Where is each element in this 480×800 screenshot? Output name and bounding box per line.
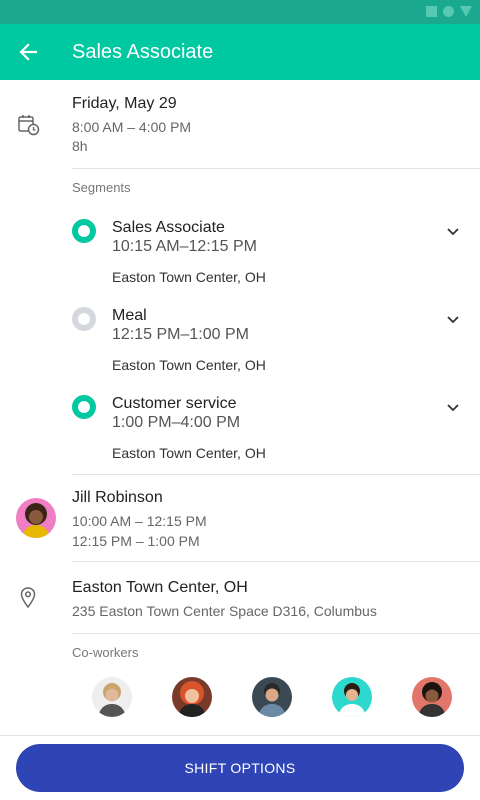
segment-status-dot [72, 307, 96, 331]
segment-location: Easton Town Center, OH [112, 357, 266, 373]
shift-date-row: Friday, May 29 8:00 AM – 4:00 PM 8h [0, 80, 480, 168]
person-photo-icon [412, 677, 452, 717]
circle-icon [443, 6, 454, 17]
manager-info: Jill Robinson 10:00 AM – 12:15 PM 12:15 … [72, 475, 480, 561]
segment-item[interactable]: Meal 12:15 PM–1:00 PM Easton Town Center… [0, 295, 480, 383]
status-bar [0, 0, 480, 24]
triangle-icon [460, 6, 472, 17]
segment-item[interactable]: Sales Associate 10:15 AM–12:15 PM Easton… [0, 207, 480, 295]
person-photo-icon [172, 677, 212, 717]
coworkers-list [92, 677, 452, 717]
segments-list: Sales Associate 10:15 AM–12:15 PM Easton… [0, 207, 480, 471]
manager-time: 12:15 PM – 1:00 PM [72, 533, 200, 549]
segment-name: Customer service [112, 395, 237, 412]
arrow-back-icon [19, 43, 37, 61]
location-icon-cell [0, 562, 72, 633]
segment-time: 10:15 AM–12:15 PM [112, 238, 257, 255]
coworker-avatar[interactable] [332, 677, 372, 717]
page-title: Sales Associate [72, 40, 214, 63]
square-icon [426, 6, 437, 17]
segment-time: 1:00 PM–4:00 PM [112, 414, 241, 431]
shift-details: Friday, May 29 8:00 AM – 4:00 PM 8h Segm… [0, 80, 480, 736]
divider [72, 633, 480, 634]
location-name: Easton Town Center, OH [72, 579, 248, 596]
status-icons [426, 6, 472, 17]
chevron-down-icon[interactable] [446, 403, 460, 413]
person-photo-icon [92, 677, 132, 717]
segment-location: Easton Town Center, OH [112, 445, 266, 461]
coworker-avatar[interactable] [172, 677, 212, 717]
location-info: Easton Town Center, OH 235 Easton Town C… [72, 562, 480, 633]
coworker-avatar[interactable] [252, 677, 292, 717]
avatar [16, 498, 56, 538]
segment-status-dot [72, 219, 96, 243]
segment-item[interactable]: Customer service 1:00 PM–4:00 PM Easton … [0, 383, 480, 471]
location-pin-icon [20, 587, 36, 609]
person-photo-icon [332, 677, 372, 717]
chevron-down-icon[interactable] [446, 315, 460, 325]
manager-row[interactable]: Jill Robinson 10:00 AM – 12:15 PM 12:15 … [0, 475, 480, 561]
divider [72, 168, 480, 169]
shift-options-button[interactable]: SHIFT OPTIONS [16, 744, 464, 792]
coworkers-label: Co-workers [72, 645, 139, 660]
segments-label: Segments [72, 180, 131, 195]
person-photo-icon [252, 677, 292, 717]
segment-location: Easton Town Center, OH [112, 269, 266, 285]
date-icon-cell [0, 80, 72, 168]
app-bar: Sales Associate [0, 24, 480, 80]
chevron-down-icon[interactable] [446, 227, 460, 237]
coworker-avatar[interactable] [412, 677, 452, 717]
back-button[interactable] [16, 40, 40, 64]
segment-status-dot [72, 395, 96, 419]
manager-time: 10:00 AM – 12:15 PM [72, 513, 207, 529]
segment-time: 12:15 PM–1:00 PM [112, 326, 249, 343]
segment-name: Meal [112, 307, 147, 324]
coworker-avatar[interactable] [92, 677, 132, 717]
segment-name: Sales Associate [112, 219, 225, 236]
calendar-clock-icon [18, 115, 40, 136]
manager-avatar-cell [0, 475, 72, 561]
person-photo-icon [16, 498, 56, 538]
shift-date: Friday, May 29 [72, 95, 177, 112]
manager-name: Jill Robinson [72, 489, 163, 506]
shift-hours: 8:00 AM – 4:00 PM [72, 119, 192, 135]
bottom-bar: SHIFT OPTIONS [0, 735, 480, 800]
date-info: Friday, May 29 8:00 AM – 4:00 PM 8h [72, 80, 480, 168]
location-address: 235 Easton Town Center Space D316, Colum… [72, 603, 377, 619]
location-row[interactable]: Easton Town Center, OH 235 Easton Town C… [0, 562, 480, 633]
shift-duration: 8h [72, 138, 88, 154]
